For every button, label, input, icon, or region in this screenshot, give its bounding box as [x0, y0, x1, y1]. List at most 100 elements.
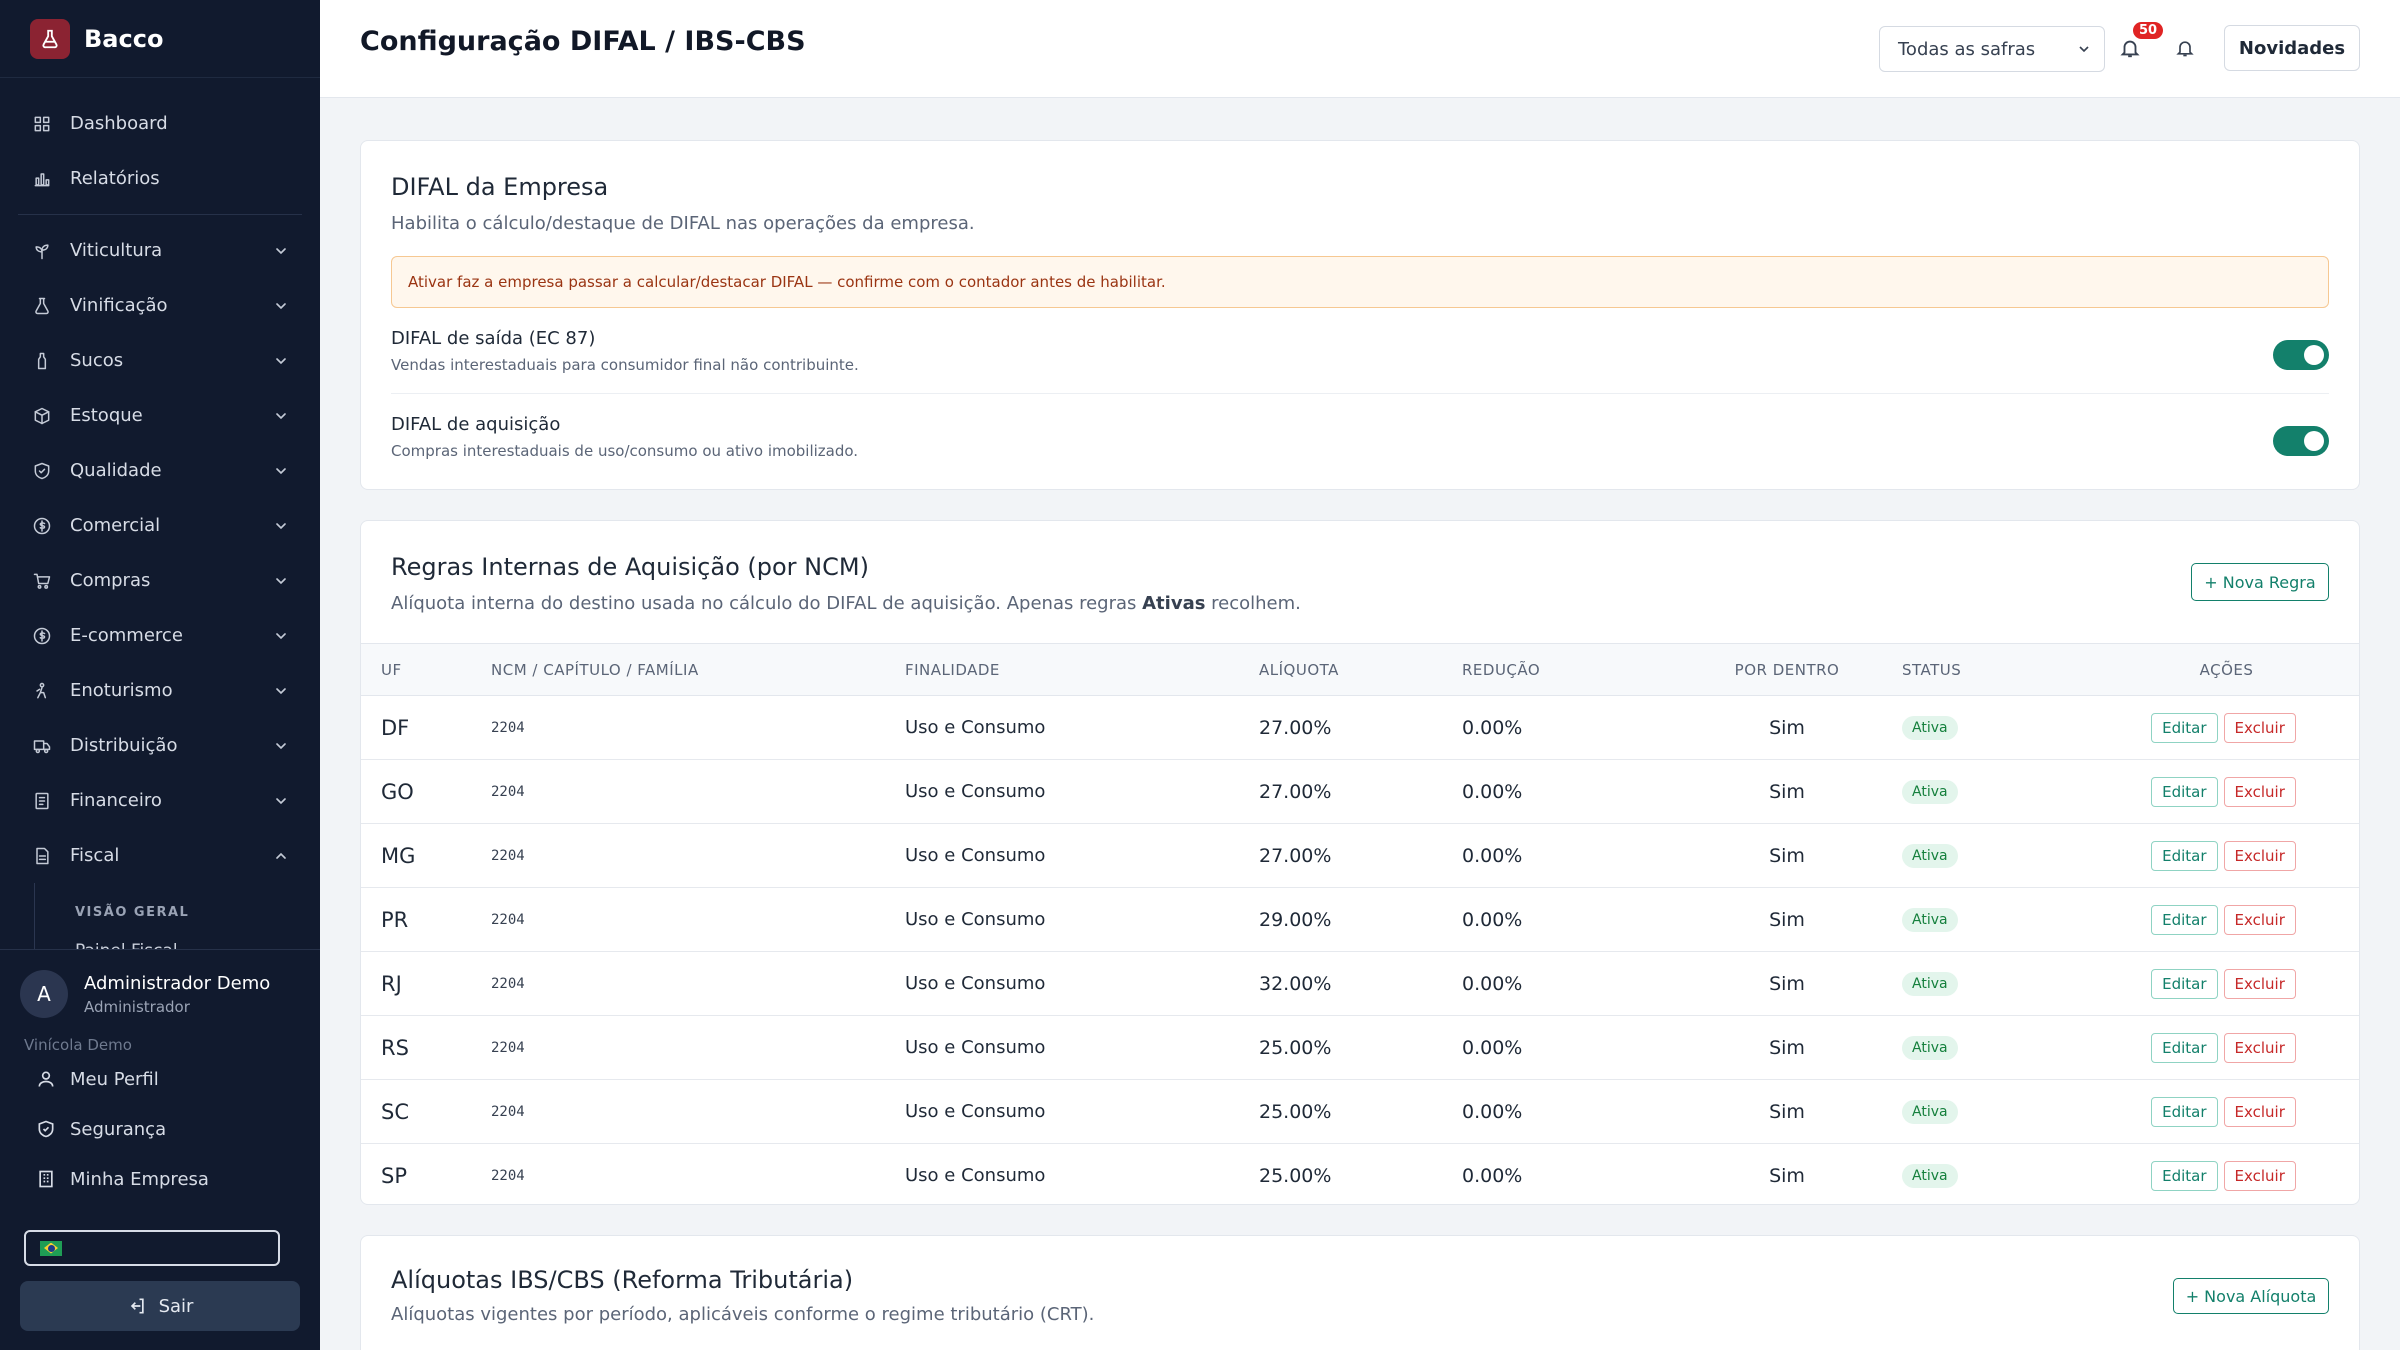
difal-saida-desc: Vendas interestaduais para consumidor fi…: [391, 356, 859, 374]
chevron-down-icon: [272, 572, 290, 590]
cell-aliquota: 25.00%: [1259, 1036, 1332, 1059]
alerts-bell-icon[interactable]: [2171, 34, 2199, 62]
fiscal-submenu: VISÃO GERAL Painel Fiscal: [34, 883, 320, 949]
edit-button[interactable]: Editar: [2151, 968, 2218, 999]
sidebar-item-qualidade[interactable]: Qualidade: [0, 443, 320, 498]
table-row: RS 2204 Uso e Consumo 25.00% 0.00% Sim Ativa Ed…: [361, 1016, 2359, 1080]
difal-saida-toggle[interactable]: [2273, 340, 2329, 370]
my-profile-label: Meu Perfil: [70, 1068, 159, 1090]
sidebar-item-compras[interactable]: Compras: [0, 553, 320, 608]
flask-logo-icon: [30, 18, 70, 59]
cell-status: Ativa: [1902, 760, 2092, 824]
edit-button[interactable]: Editar: [2151, 1096, 2218, 1127]
my-company-link[interactable]: Minha Empresa: [0, 1154, 320, 1204]
sidebar-item-label: Viticultura: [70, 240, 163, 261]
sidebar-item-estoque[interactable]: Estoque: [0, 388, 320, 443]
cell-uf: DF: [381, 715, 410, 740]
table-row: SP 2204 Uso e Consumo 25.00% 0.00% Sim Ativa Ed…: [361, 1144, 2359, 1205]
language-select[interactable]: [24, 1230, 280, 1266]
cell-aliquota: 27.00%: [1259, 716, 1332, 739]
delete-button[interactable]: Excluir: [2223, 1032, 2296, 1063]
cell-actions: Editar Excluir: [2092, 824, 2359, 888]
news-button[interactable]: Novidades: [2224, 25, 2360, 71]
table-row: RJ 2204 Uso e Consumo 32.00% 0.00% Sim Ativa Ed…: [361, 952, 2359, 1016]
user-block: A Administrador Demo Administrador Viníc…: [0, 949, 320, 1350]
sidebar-item-vinificacao[interactable]: Vinificação: [0, 278, 320, 333]
safra-select-value: Todas as safras: [1898, 38, 2036, 60]
edit-button[interactable]: Editar: [2151, 712, 2218, 743]
bottle-icon: [30, 349, 54, 373]
cell-actions: Editar Excluir: [2092, 1144, 2359, 1205]
table-row: SC 2204 Uso e Consumo 25.00% 0.00% Sim Ativa Ed…: [361, 1080, 2359, 1144]
notification-count-badge: 50: [2133, 22, 2164, 39]
my-profile-link[interactable]: Meu Perfil: [0, 1054, 320, 1104]
cell-reducao: 0.00%: [1462, 1164, 1523, 1187]
user-info[interactable]: A Administrador Demo Administrador: [0, 950, 320, 1018]
sidebar-item-label: Estoque: [70, 405, 143, 426]
chevron-up-icon: [272, 847, 290, 865]
top-header: Configuração DIFAL / IBS-CBS Todas as sa…: [320, 0, 2400, 98]
sidebar-item-e-commerce[interactable]: E-commerce: [0, 608, 320, 663]
brand[interactable]: Bacco: [0, 0, 320, 78]
delete-button[interactable]: Excluir: [2223, 776, 2296, 807]
delete-button[interactable]: Excluir: [2223, 1160, 2296, 1191]
status-badge: Ativa: [1902, 1164, 1958, 1188]
delete-button[interactable]: Excluir: [2223, 840, 2296, 871]
chevron-down-icon: [272, 737, 290, 755]
difal-aquisicao-row: DIFAL de aquisição Compras interestaduai…: [391, 394, 2329, 480]
delete-button[interactable]: Excluir: [2223, 904, 2296, 935]
cell-uf: MG: [381, 843, 416, 868]
cell-reducao: 0.00%: [1462, 908, 1523, 931]
sidebar-item-dashboard[interactable]: Dashboard: [0, 96, 320, 151]
new-rule-button[interactable]: + Nova Regra: [2191, 563, 2329, 601]
cell-uf: PR: [381, 907, 409, 932]
submenu-item-painel-fiscal[interactable]: Painel Fiscal: [75, 931, 320, 949]
cell-status: Ativa: [1902, 888, 2092, 952]
cell-por-dentro: Sim: [1769, 1100, 1805, 1123]
edit-button[interactable]: Editar: [2151, 1032, 2218, 1063]
cell-reducao: 0.00%: [1462, 1036, 1523, 1059]
security-label: Segurança: [70, 1118, 167, 1140]
sidebar-item-viticultura[interactable]: Viticultura: [0, 223, 320, 278]
security-link[interactable]: Segurança: [0, 1104, 320, 1154]
delete-button[interactable]: Excluir: [2223, 1096, 2296, 1127]
cell-finalidade: Uso e Consumo: [905, 781, 1046, 802]
cell-ncm: 2204: [491, 975, 525, 992]
rules-card-title: Regras Internas de Aquisição (por NCM): [391, 553, 869, 581]
logout-button[interactable]: Sair: [20, 1281, 300, 1331]
sidebar-item-distribuicao[interactable]: Distribuição: [0, 718, 320, 773]
cell-aliquota: 27.00%: [1259, 844, 1332, 867]
sidebar-item-label: E-commerce: [70, 625, 183, 646]
sidebar-item-relatorios[interactable]: Relatórios: [0, 151, 320, 206]
grid-icon: [30, 112, 54, 136]
cell-finalidade: Uso e Consumo: [905, 717, 1046, 738]
edit-button[interactable]: Editar: [2151, 1160, 2218, 1191]
sidebar-item-enoturismo[interactable]: Enoturismo: [0, 663, 320, 718]
delete-button[interactable]: Excluir: [2223, 712, 2296, 743]
status-badge: Ativa: [1902, 844, 1958, 868]
edit-button[interactable]: Editar: [2151, 776, 2218, 807]
cell-por-dentro: Sim: [1769, 1164, 1805, 1187]
sidebar-item-fiscal[interactable]: Fiscal: [0, 828, 320, 883]
brand-name: Bacco: [84, 24, 164, 53]
difal-aquisicao-label: DIFAL de aquisição: [391, 414, 561, 435]
sprout-icon: [30, 239, 54, 263]
delete-button[interactable]: Excluir: [2223, 968, 2296, 999]
sidebar-item-financeiro[interactable]: Financeiro: [0, 773, 320, 828]
sidebar-item-sucos[interactable]: Sucos: [0, 333, 320, 388]
shield-icon: [34, 1117, 58, 1141]
cell-reducao: 0.00%: [1462, 844, 1523, 867]
cell-por-dentro: Sim: [1769, 716, 1805, 739]
safra-select[interactable]: Todas as safras: [1879, 26, 2105, 72]
logout-icon: [127, 1296, 147, 1316]
user-role: Administrador: [84, 997, 190, 1016]
edit-button[interactable]: Editar: [2151, 840, 2218, 871]
difal-aquisicao-toggle[interactable]: [2273, 426, 2329, 456]
difal-card-subtitle: Habilita o cálculo/destaque de DIFAL nas…: [391, 213, 975, 234]
difal-card: DIFAL da Empresa Habilita o cálculo/dest…: [360, 140, 2360, 490]
cell-uf: RJ: [381, 971, 402, 996]
sidebar-item-comercial[interactable]: Comercial: [0, 498, 320, 553]
shield-check-icon: [30, 459, 54, 483]
edit-button[interactable]: Editar: [2151, 904, 2218, 935]
new-aliquota-button[interactable]: + Nova Alíquota: [2173, 1278, 2329, 1314]
